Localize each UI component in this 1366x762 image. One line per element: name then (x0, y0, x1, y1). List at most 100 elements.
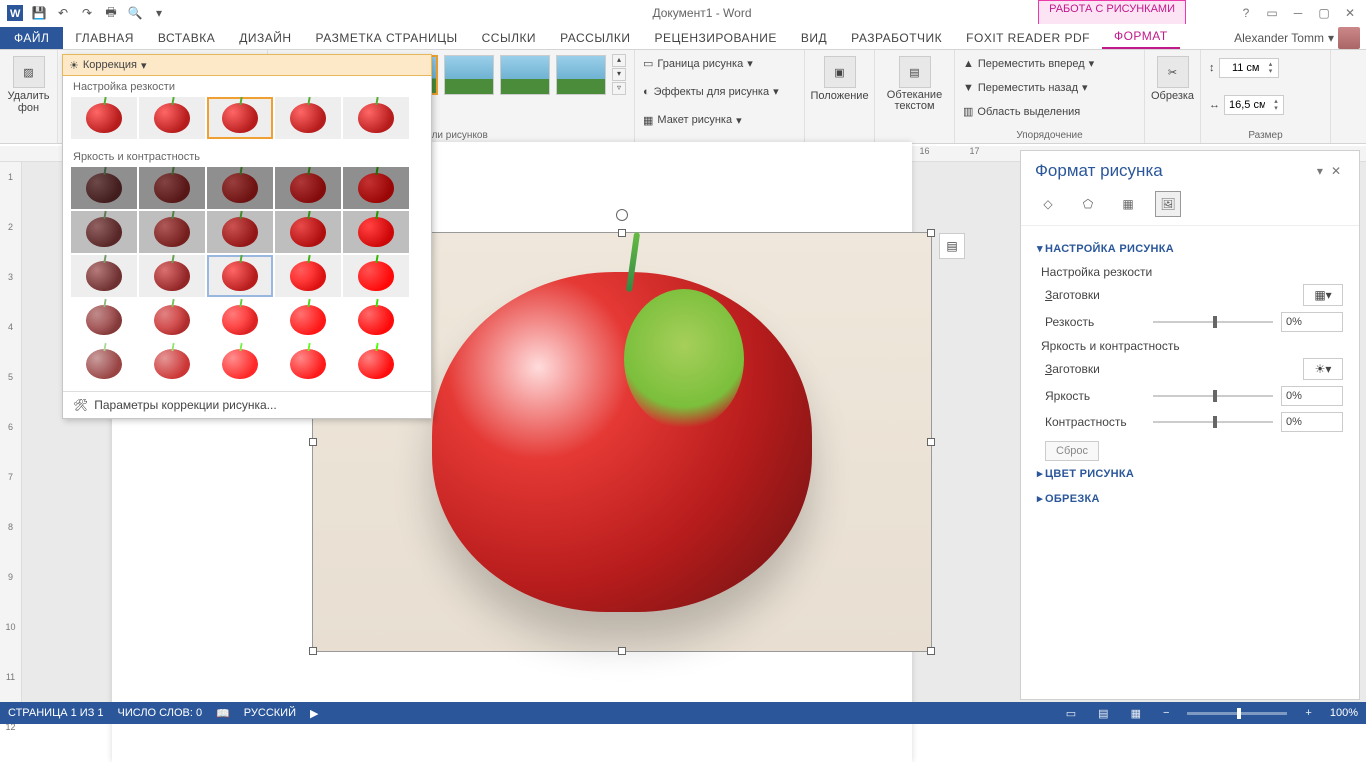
brightness-thumb[interactable] (275, 299, 341, 341)
brightness-thumb[interactable] (275, 255, 341, 297)
rotate-handle[interactable] (616, 209, 628, 221)
status-macro-icon[interactable]: ▶ (310, 707, 318, 720)
undo-icon[interactable]: ↶ (52, 2, 74, 24)
tab-design[interactable]: ДИЗАЙН (227, 27, 303, 49)
brightness-thumb[interactable] (139, 255, 205, 297)
zoom-out-icon[interactable]: − (1159, 707, 1173, 719)
brightness-thumb[interactable] (275, 343, 341, 385)
resize-handle[interactable] (927, 229, 935, 237)
style-thumb[interactable] (500, 55, 550, 95)
brightness-thumb[interactable] (207, 343, 273, 385)
tab-mailings[interactable]: РАССЫЛКИ (548, 27, 642, 49)
resize-handle[interactable] (618, 647, 626, 655)
resize-handle[interactable] (927, 647, 935, 655)
avatar[interactable] (1338, 27, 1360, 49)
tab-references[interactable]: ССЫЛКИ (470, 27, 548, 49)
send-backward-button[interactable]: ▼Переместить назад▾ (963, 80, 1088, 95)
brightness-thumb[interactable] (343, 343, 409, 385)
sharpness-presets-button[interactable]: ▦▾ (1303, 284, 1343, 306)
style-thumb[interactable] (444, 55, 494, 95)
status-words[interactable]: ЧИСЛО СЛОВ: 0 (118, 707, 203, 719)
ribbon-options-icon[interactable]: ▭ (1260, 3, 1284, 23)
tab-review[interactable]: РЕЦЕНЗИРОВАНИЕ (642, 27, 788, 49)
preview-icon[interactable]: 🔍 (124, 2, 146, 24)
brightness-thumb[interactable] (207, 167, 273, 209)
sharpness-value[interactable]: 0% (1281, 312, 1343, 332)
width-spinner[interactable]: ▴▾ (1224, 95, 1284, 115)
picture-effects-button[interactable]: ◐Эффекты для рисунка▾ (643, 84, 779, 99)
word-icon[interactable]: W (4, 2, 26, 24)
section-picture-color[interactable]: ▸ЦВЕТ РИСУНКА (1037, 461, 1343, 486)
brightness-value[interactable]: 0% (1281, 386, 1343, 406)
zoom-in-icon[interactable]: + (1301, 707, 1315, 719)
sharpness-thumb[interactable] (275, 97, 341, 139)
selection-pane-button[interactable]: ▥Область выделения (963, 104, 1080, 119)
zoom-slider[interactable] (1187, 712, 1287, 715)
view-read-icon[interactable]: ▭ (1062, 707, 1080, 720)
tab-layout[interactable]: РАЗМЕТКА СТРАНИЦЫ (304, 27, 470, 49)
brightness-thumb[interactable] (139, 343, 205, 385)
brightness-thumb[interactable] (207, 299, 273, 341)
brightness-thumb[interactable] (139, 299, 205, 341)
help-icon[interactable]: ? (1234, 3, 1258, 23)
tab-home[interactable]: ГЛАВНАЯ (63, 27, 146, 49)
crop-button[interactable]: ✂Обрезка (1149, 54, 1196, 104)
gallery-more-icon[interactable]: ▿ (612, 82, 626, 95)
brightness-thumb[interactable] (207, 211, 273, 253)
quick-print-icon[interactable]: 🖶 (100, 2, 122, 24)
gallery-down-icon[interactable]: ▾ (612, 68, 626, 81)
pane-tab-fill-icon[interactable]: ◇ (1035, 191, 1061, 217)
brightness-thumb[interactable] (343, 211, 409, 253)
brightness-slider[interactable] (1153, 395, 1273, 397)
tab-format[interactable]: ФОРМАТ (1102, 25, 1180, 49)
pane-close-icon[interactable]: ✕ (1327, 164, 1345, 178)
height-spinner[interactable]: ▴▾ (1219, 58, 1279, 78)
brightness-thumb[interactable] (71, 343, 137, 385)
brightness-thumb[interactable] (343, 167, 409, 209)
gallery-up-icon[interactable]: ▴ (612, 54, 626, 67)
brightness-thumb[interactable] (71, 299, 137, 341)
width-input[interactable] (1225, 99, 1269, 111)
section-crop[interactable]: ▸ОБРЕЗКА (1037, 486, 1343, 511)
minimize-icon[interactable]: ─ (1286, 3, 1310, 23)
status-language[interactable]: РУССКИЙ (244, 707, 296, 719)
tab-file[interactable]: ФАЙЛ (0, 27, 63, 49)
wrap-text-button[interactable]: ▤Обтекание текстом (883, 54, 946, 114)
pane-tab-picture-icon[interactable]: 🖼 (1155, 191, 1181, 217)
bring-forward-button[interactable]: ▲Переместить вперед▾ (963, 56, 1094, 71)
section-picture-corrections[interactable]: ▾НАСТРОЙКА РИСУНКА (1037, 236, 1343, 261)
contrast-value[interactable]: 0% (1281, 412, 1343, 432)
pane-tab-layout-icon[interactable]: ▦ (1115, 191, 1141, 217)
resize-handle[interactable] (618, 229, 626, 237)
resize-handle[interactable] (309, 647, 317, 655)
resize-handle[interactable] (309, 438, 317, 446)
remove-background-button[interactable]: ▨ Удалить фон (6, 54, 52, 116)
picture-layout-button[interactable]: ▦Макет рисунка▾ (643, 113, 742, 128)
sharpness-thumb[interactable] (139, 97, 205, 139)
brightness-thumb[interactable] (71, 211, 137, 253)
sharpness-thumb[interactable] (343, 97, 409, 139)
style-thumb[interactable] (556, 55, 606, 95)
picture-border-button[interactable]: ▭Граница рисунка▾ (643, 56, 753, 71)
brightness-thumb[interactable] (275, 167, 341, 209)
brightness-thumb[interactable] (207, 255, 273, 297)
save-icon[interactable]: 💾 (28, 2, 50, 24)
qat-more-icon[interactable]: ▾ (148, 2, 170, 24)
sharpness-slider[interactable] (1153, 321, 1273, 323)
position-button[interactable]: ▣Положение (808, 54, 870, 104)
status-page[interactable]: СТРАНИЦА 1 ИЗ 1 (8, 707, 104, 719)
pane-tab-effects-icon[interactable]: ⬠ (1075, 191, 1101, 217)
view-print-icon[interactable]: ▤ (1094, 707, 1112, 720)
layout-options-icon[interactable]: ▤ (939, 233, 965, 259)
correction-options-button[interactable]: 🛠 Параметры коррекции рисунка... (63, 391, 431, 418)
view-web-icon[interactable]: ▦ (1127, 707, 1145, 720)
brightness-thumb[interactable] (275, 211, 341, 253)
tab-developer[interactable]: РАЗРАБОТЧИК (839, 27, 954, 49)
height-input[interactable] (1220, 62, 1264, 74)
redo-icon[interactable]: ↷ (76, 2, 98, 24)
maximize-icon[interactable]: ▢ (1312, 3, 1336, 23)
brightness-thumb[interactable] (139, 211, 205, 253)
tab-view[interactable]: ВИД (789, 27, 839, 49)
brightness-thumb[interactable] (343, 299, 409, 341)
pane-dropdown-icon[interactable]: ▾ (1313, 164, 1327, 178)
